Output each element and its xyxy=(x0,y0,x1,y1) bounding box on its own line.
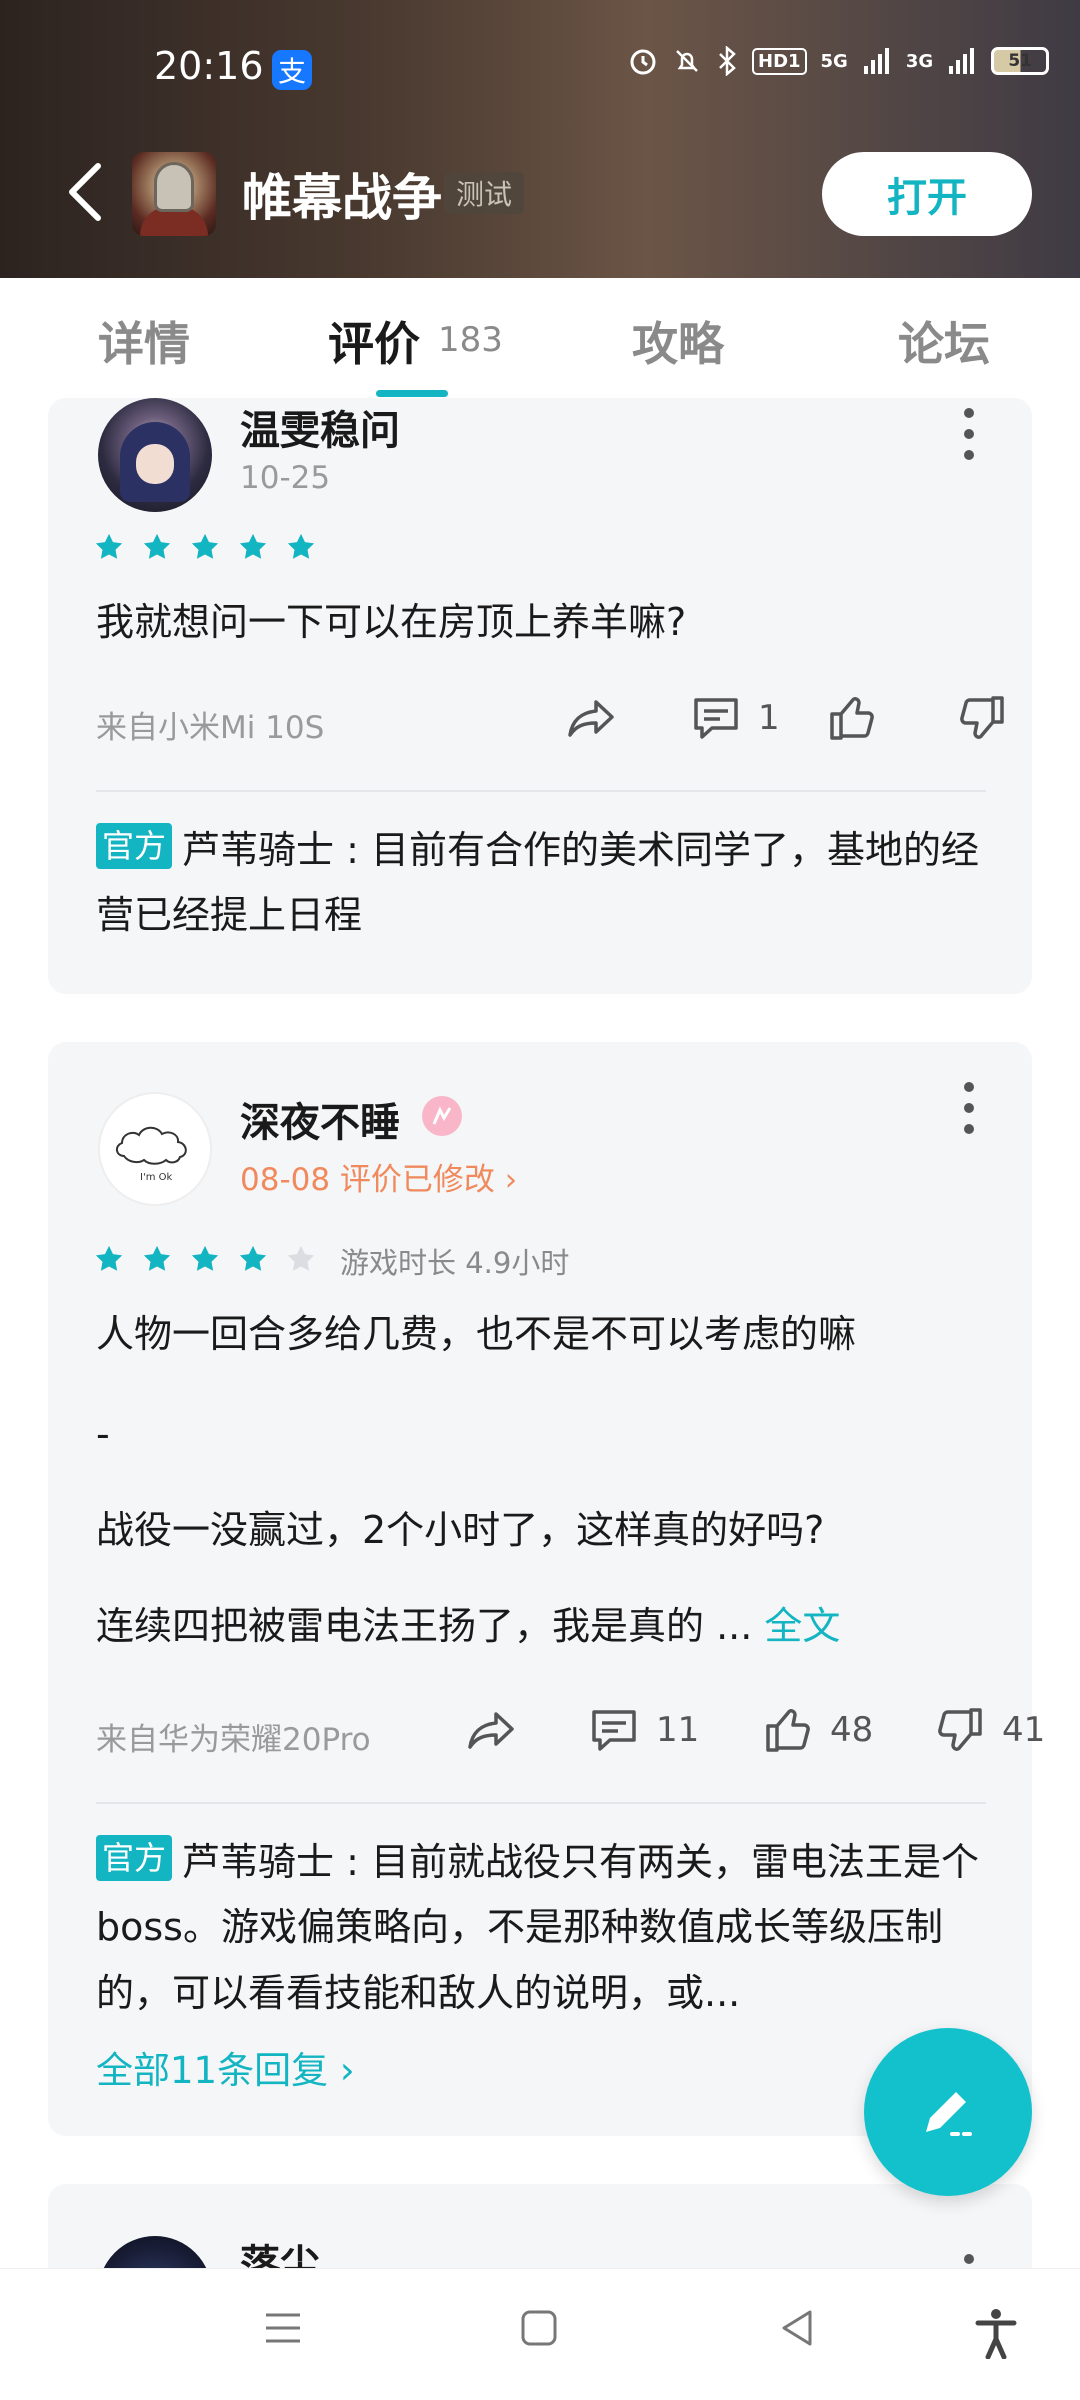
open-button[interactable]: 打开 xyxy=(822,152,1032,236)
tab-details[interactable]: 详情 xyxy=(98,308,190,374)
network-5g-label: 5G xyxy=(820,50,848,72)
star-filled-icon xyxy=(95,533,123,559)
avatar-caption: I'm Ok xyxy=(140,1172,172,1183)
back-arrow-icon[interactable] xyxy=(64,160,108,224)
review-actions: 来自小米Mi 10S 1 xyxy=(96,690,1004,750)
thumbs-down-icon xyxy=(960,696,1004,739)
active-tab-indicator xyxy=(376,390,448,397)
review-text-line[interactable]: - xyxy=(96,1410,996,1459)
more-options-icon[interactable] xyxy=(964,408,976,464)
hd-icon: HD1 xyxy=(752,47,807,75)
review-text-line: 连续四把被雷电法王扬了，我是真的 ... xyxy=(96,1604,753,1648)
network-3g-label: 3G xyxy=(905,50,934,72)
tab-reviews[interactable]: 评价 xyxy=(328,308,420,374)
alarm-icon xyxy=(630,49,656,75)
like-button[interactable] xyxy=(824,690,880,746)
tab-guides[interactable]: 攻略 xyxy=(632,308,724,374)
test-badge: 测试 xyxy=(444,172,525,214)
share-button[interactable] xyxy=(564,690,620,746)
all-replies-link[interactable]: 全部11条回复 › xyxy=(96,2040,355,2094)
review-text-last[interactable]: 连续四把被雷电法王扬了，我是真的 ... 全文 xyxy=(96,1602,996,1651)
review-edited-date[interactable]: 08-08 评价已修改 › xyxy=(240,1154,517,1199)
review-actions: 来自华为荣耀20Pro 11 48 41 xyxy=(96,1702,1045,1762)
star-filled-icon xyxy=(191,533,219,559)
cloud-icon: I'm Ok xyxy=(116,1126,187,1183)
back-triangle-icon[interactable] xyxy=(776,2307,818,2349)
game-icon[interactable] xyxy=(132,152,216,236)
playtime-label: 游戏时长 4.9小时 xyxy=(340,1246,570,1280)
official-reply[interactable]: 官方 芦苇骑士 : 目前就战役只有两关，雷电法王是个boss。游戏偏策略向，不是那… xyxy=(96,1830,996,2030)
dislike-button[interactable]: 41 xyxy=(932,1702,1045,1758)
divider xyxy=(96,790,986,792)
review-text-line[interactable]: 人物一回合多给几费，也不是不可以考虑的嘛 xyxy=(96,1310,996,1359)
comment-icon xyxy=(694,698,738,739)
star-rating xyxy=(94,1244,316,1274)
official-reply-text: 芦苇骑士 : 目前有合作的美术同学了，基地的经营已经提上日程 xyxy=(96,828,979,938)
comment-icon xyxy=(592,1710,636,1751)
pen-icon xyxy=(926,2092,974,2136)
star-filled-icon xyxy=(239,1245,267,1271)
full-text-link[interactable]: 全文 xyxy=(764,1604,840,1648)
bluetooth-icon xyxy=(719,46,736,76)
official-tag: 官方 xyxy=(96,1835,173,1881)
menu-icon[interactable] xyxy=(262,2307,304,2349)
comment-button[interactable]: 1 xyxy=(688,690,780,746)
fan-badge-icon xyxy=(422,1096,462,1136)
username[interactable]: 深夜不睡 xyxy=(240,1090,400,1148)
review-text[interactable]: 我就想问一下可以在房顶上养羊嘛? xyxy=(96,598,996,647)
app-header: 20:16 支 HD1 5G 3G 51 帷幕战争 测试 打开 xyxy=(0,0,1080,278)
comment-count: 1 xyxy=(758,698,780,738)
tab-reviews-count: 183 xyxy=(438,320,503,360)
thumbs-up-icon xyxy=(766,1709,810,1752)
status-time: 20:16 xyxy=(154,44,264,88)
official-reply-text: 芦苇骑士 : 目前就战役只有两关，雷电法王是个boss。游戏偏策略向，不是那种数… xyxy=(96,1840,979,2015)
dislike-count: 41 xyxy=(1002,1710,1046,1750)
star-filled-icon xyxy=(143,1245,171,1271)
star-filled-icon xyxy=(287,533,315,559)
review-card: I'm Ok 深夜不睡 08-08 评价已修改 › 游戏时长 4.9小时 人物一… xyxy=(48,1042,1045,2136)
divider xyxy=(96,1802,986,1804)
star-filled-icon xyxy=(191,1245,219,1271)
device-label: 来自华为荣耀20Pro xyxy=(96,1722,371,1758)
share-icon xyxy=(468,1712,514,1749)
star-rating xyxy=(94,532,316,562)
thumbs-up-icon xyxy=(830,697,874,740)
review-card: 温雯稳问 10-25 我就想问一下可以在房顶上养羊嘛? 来自小米Mi 10S 1… xyxy=(48,398,1032,994)
star-filled-icon xyxy=(239,533,267,559)
star-filled-icon xyxy=(143,533,171,559)
comment-count: 11 xyxy=(656,1710,700,1750)
comment-button[interactable]: 11 xyxy=(586,1702,699,1758)
system-nav-bar xyxy=(0,2268,1080,2400)
dislike-button[interactable] xyxy=(954,690,1010,746)
status-icons: HD1 5G 3G 51 xyxy=(628,46,1050,76)
like-button[interactable]: 48 xyxy=(760,1702,873,1758)
tab-forum[interactable]: 论坛 xyxy=(898,308,990,374)
device-label: 来自小米Mi 10S xyxy=(96,710,325,746)
share-button[interactable] xyxy=(464,1702,520,1758)
signal-icon xyxy=(863,48,889,74)
more-options-icon[interactable] xyxy=(964,1082,976,1138)
alipay-icon: 支 xyxy=(272,50,312,90)
username[interactable]: 温雯稳问 xyxy=(240,398,400,456)
home-icon[interactable] xyxy=(518,2307,560,2349)
battery-icon: 51 xyxy=(991,47,1050,75)
tab-bar: 详情 评价 183 攻略 论坛 xyxy=(0,278,1080,398)
thumbs-down-icon xyxy=(938,1708,982,1751)
signal-icon-2 xyxy=(949,48,975,74)
star-empty-icon xyxy=(287,1245,315,1271)
official-reply[interactable]: 官方 芦苇骑士 : 目前有合作的美术同学了，基地的经营已经提上日程 xyxy=(96,818,996,949)
star-filled-icon xyxy=(95,1245,123,1271)
avatar[interactable] xyxy=(98,398,212,512)
share-icon xyxy=(568,700,614,737)
review-date: 10-25 xyxy=(240,460,331,496)
accessibility-icon[interactable] xyxy=(974,2307,1018,2359)
like-count: 48 xyxy=(830,1710,874,1750)
write-review-button[interactable] xyxy=(864,2028,1032,2196)
avatar[interactable]: I'm Ok xyxy=(98,1092,212,1206)
game-title: 帷幕战争 xyxy=(242,169,442,227)
official-tag: 官方 xyxy=(96,823,173,869)
mute-bell-icon xyxy=(676,50,698,72)
review-text-line[interactable]: 战役一没赢过，2个小时了，这样真的好吗? xyxy=(96,1506,996,1555)
